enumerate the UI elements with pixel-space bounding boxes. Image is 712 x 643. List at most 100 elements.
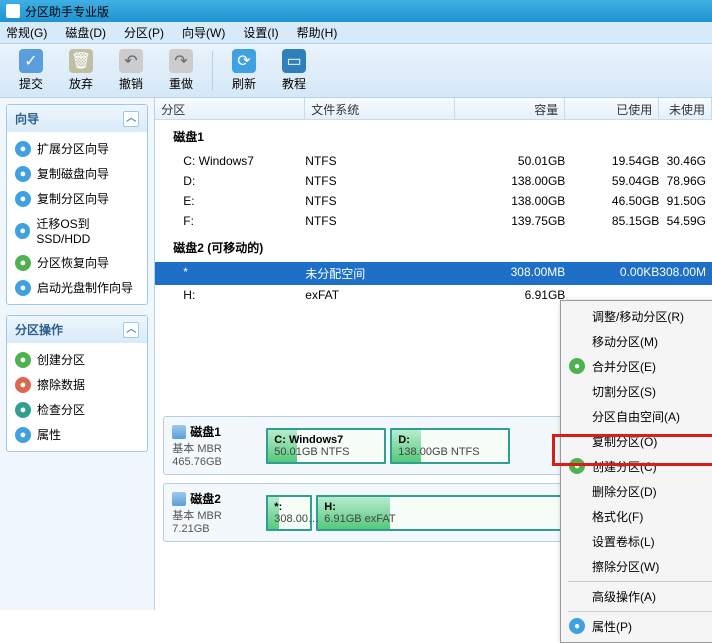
menu-bar: 常规(G) 磁盘(D) 分区(P) 向导(W) 设置(I) 帮助(H) xyxy=(0,22,712,44)
bullet-icon: ● xyxy=(15,352,31,368)
table-row[interactable]: *未分配空间308.00MB0.00KB308.00M xyxy=(155,262,712,285)
item-label: 擦除数据 xyxy=(37,376,85,393)
menu-label: 合并分区(E) xyxy=(592,360,656,374)
ctx-item[interactable]: ●属性(P) xyxy=(564,614,712,639)
undo-icon: ↶ xyxy=(119,49,143,73)
context-menu: 调整/移动分区(R) 移动分区(M) ● 合并分区(E) 切割分区(S) 分区自由空间(A… xyxy=(560,300,712,643)
wizard-item-4[interactable]: ● 分区恢复向导 xyxy=(9,250,145,275)
refresh-button[interactable]: ⟳刷新 xyxy=(219,49,269,92)
menu-disk[interactable]: 磁盘(D) xyxy=(65,24,106,41)
menu-separator xyxy=(568,581,712,582)
item-label: 属性 xyxy=(37,426,61,443)
chevron-up-icon[interactable]: ︿ xyxy=(123,111,139,127)
table-row[interactable]: D:NTFS138.00GB59.04GB78.96G xyxy=(155,171,712,191)
bullet-icon: ● xyxy=(15,191,31,207)
disk-header: 磁盘1 xyxy=(155,120,712,151)
ctx-item[interactable]: ● 创建分区(C) xyxy=(564,454,712,479)
menu-label: 创建分区(C) xyxy=(592,460,657,474)
item-label: 启动光盘制作向导 xyxy=(37,279,133,296)
item-label: 分区恢复向导 xyxy=(37,254,109,271)
menu-settings[interactable]: 设置(I) xyxy=(243,24,278,41)
menu-icon: ● xyxy=(569,358,585,374)
menu-icon: ● xyxy=(569,458,585,474)
bullet-icon: ● xyxy=(15,255,31,271)
menu-wizard[interactable]: 向导(W) xyxy=(182,24,225,41)
toolbar-separator xyxy=(212,51,213,91)
book-icon: ▭ xyxy=(282,49,306,73)
ctx-item[interactable]: 分区自由空间(A) xyxy=(564,404,712,429)
ops-item-2[interactable]: ● 检查分区 xyxy=(9,397,145,422)
menu-label: 切割分区(S) xyxy=(592,385,656,399)
submit-button[interactable]: ✓提交 xyxy=(6,49,56,92)
col-capacity[interactable]: 容量 xyxy=(455,98,565,119)
wizard-panel: 向导 ︿ ●扩展分区向导●复制磁盘向导●复制分区向导●迁移OS到SSD/HDD●… xyxy=(6,104,148,305)
ctx-item[interactable]: ● 合并分区(E) xyxy=(564,354,712,379)
ctx-item[interactable]: 格式化(F) xyxy=(564,504,712,529)
ctx-item[interactable]: 删除分区(D) xyxy=(564,479,712,504)
item-label: 扩展分区向导 xyxy=(37,140,109,157)
ctx-item[interactable]: 调整/移动分区(R) xyxy=(564,304,712,329)
ops-item-1[interactable]: ● 擦除数据 xyxy=(9,372,145,397)
bullet-icon: ● xyxy=(15,377,31,393)
table-row[interactable]: E:NTFS138.00GB46.50GB91.50G xyxy=(155,191,712,211)
menu-label: 格式化(F) xyxy=(592,510,643,524)
bullet-icon: ● xyxy=(15,223,30,239)
partition-block[interactable]: C: Windows750.01GB NTFS xyxy=(266,428,386,464)
discard-button[interactable]: 🗑放弃 xyxy=(56,49,106,92)
col-filesystem[interactable]: 文件系统 xyxy=(305,98,455,119)
menu-label: 高级操作(A) xyxy=(592,590,656,604)
wizard-item-0[interactable]: ●扩展分区向导 xyxy=(9,136,145,161)
ops-item-3[interactable]: ●属性 xyxy=(9,422,145,447)
app-icon xyxy=(6,4,20,18)
menu-label: 复制分区(O) xyxy=(592,435,657,449)
disk-header: 磁盘2 (可移动的) xyxy=(155,231,712,262)
ops-item-0[interactable]: ● 创建分区 xyxy=(9,347,145,372)
col-partition[interactable]: 分区 xyxy=(155,98,305,119)
menu-label: 擦除分区(W) xyxy=(592,560,659,574)
refresh-icon: ⟳ xyxy=(232,49,256,73)
wizard-item-2[interactable]: ●复制分区向导 xyxy=(9,186,145,211)
disk-icon xyxy=(172,492,186,506)
ctx-item[interactable]: 移动分区(M) xyxy=(564,329,712,354)
ctx-item[interactable]: 高级操作(A)▶ xyxy=(564,584,712,609)
chevron-up-icon[interactable]: ︿ xyxy=(123,322,139,338)
item-label: 检查分区 xyxy=(37,401,85,418)
diskmap-1-label: 磁盘1 基本 MBR 465.76GB xyxy=(168,421,260,470)
title-bar: 分区助手专业版 xyxy=(0,0,712,22)
table-row[interactable]: C: Windows7NTFS50.01GB19.54GB30.46G xyxy=(155,151,712,171)
menu-help[interactable]: 帮助(H) xyxy=(297,24,338,41)
check-icon: ✓ xyxy=(19,49,43,73)
bag-icon: 🗑 xyxy=(69,49,93,73)
ctx-item[interactable]: 复制分区(O) xyxy=(564,429,712,454)
redo-icon: ↷ xyxy=(169,49,193,73)
wizard-item-5[interactable]: ●启动光盘制作向导 xyxy=(9,275,145,300)
redo-button[interactable]: ↷重做 xyxy=(156,49,206,92)
wizard-item-3[interactable]: ●迁移OS到SSD/HDD xyxy=(9,211,145,250)
undo-button[interactable]: ↶撤销 xyxy=(106,49,156,92)
ctx-item[interactable]: 擦除分区(W) xyxy=(564,554,712,579)
partition-block[interactable]: D:138.00GB NTFS xyxy=(390,428,510,464)
menu-label: 删除分区(D) xyxy=(592,485,657,499)
wizard-panel-header[interactable]: 向导 ︿ xyxy=(7,105,147,132)
menu-label: 属性(P) xyxy=(592,620,632,634)
app-title: 分区助手专业版 xyxy=(25,3,109,20)
toolbar: ✓提交 🗑放弃 ↶撤销 ↷重做 ⟳刷新 ▭教程 xyxy=(0,44,712,98)
tutorial-button[interactable]: ▭教程 xyxy=(269,49,319,92)
menu-label: 移动分区(M) xyxy=(592,335,658,349)
col-used[interactable]: 已使用 xyxy=(565,98,659,119)
ops-panel: 分区操作 ︿ ● 创建分区 ● 擦除数据 ● 检查分区 ●属性 xyxy=(6,315,148,452)
menu-partition[interactable]: 分区(P) xyxy=(124,24,164,41)
ctx-item[interactable]: 设置卷标(L) xyxy=(564,529,712,554)
diskmap-2-label: 磁盘2 基本 MBR 7.21GB xyxy=(168,488,260,537)
bullet-icon: ● xyxy=(15,402,31,418)
ops-panel-header[interactable]: 分区操作 ︿ xyxy=(7,316,147,343)
menu-label: 设置卷标(L) xyxy=(592,535,655,549)
wizard-item-1[interactable]: ●复制磁盘向导 xyxy=(9,161,145,186)
menu-general[interactable]: 常规(G) xyxy=(6,24,47,41)
col-unused[interactable]: 未使用 xyxy=(659,98,712,119)
partition-block[interactable]: *:308.00… xyxy=(266,495,312,531)
item-label: 创建分区 xyxy=(37,351,85,368)
bullet-icon: ● xyxy=(15,166,31,182)
table-row[interactable]: F:NTFS139.75GB85.15GB54.59G xyxy=(155,211,712,231)
ctx-item[interactable]: 切割分区(S) xyxy=(564,379,712,404)
